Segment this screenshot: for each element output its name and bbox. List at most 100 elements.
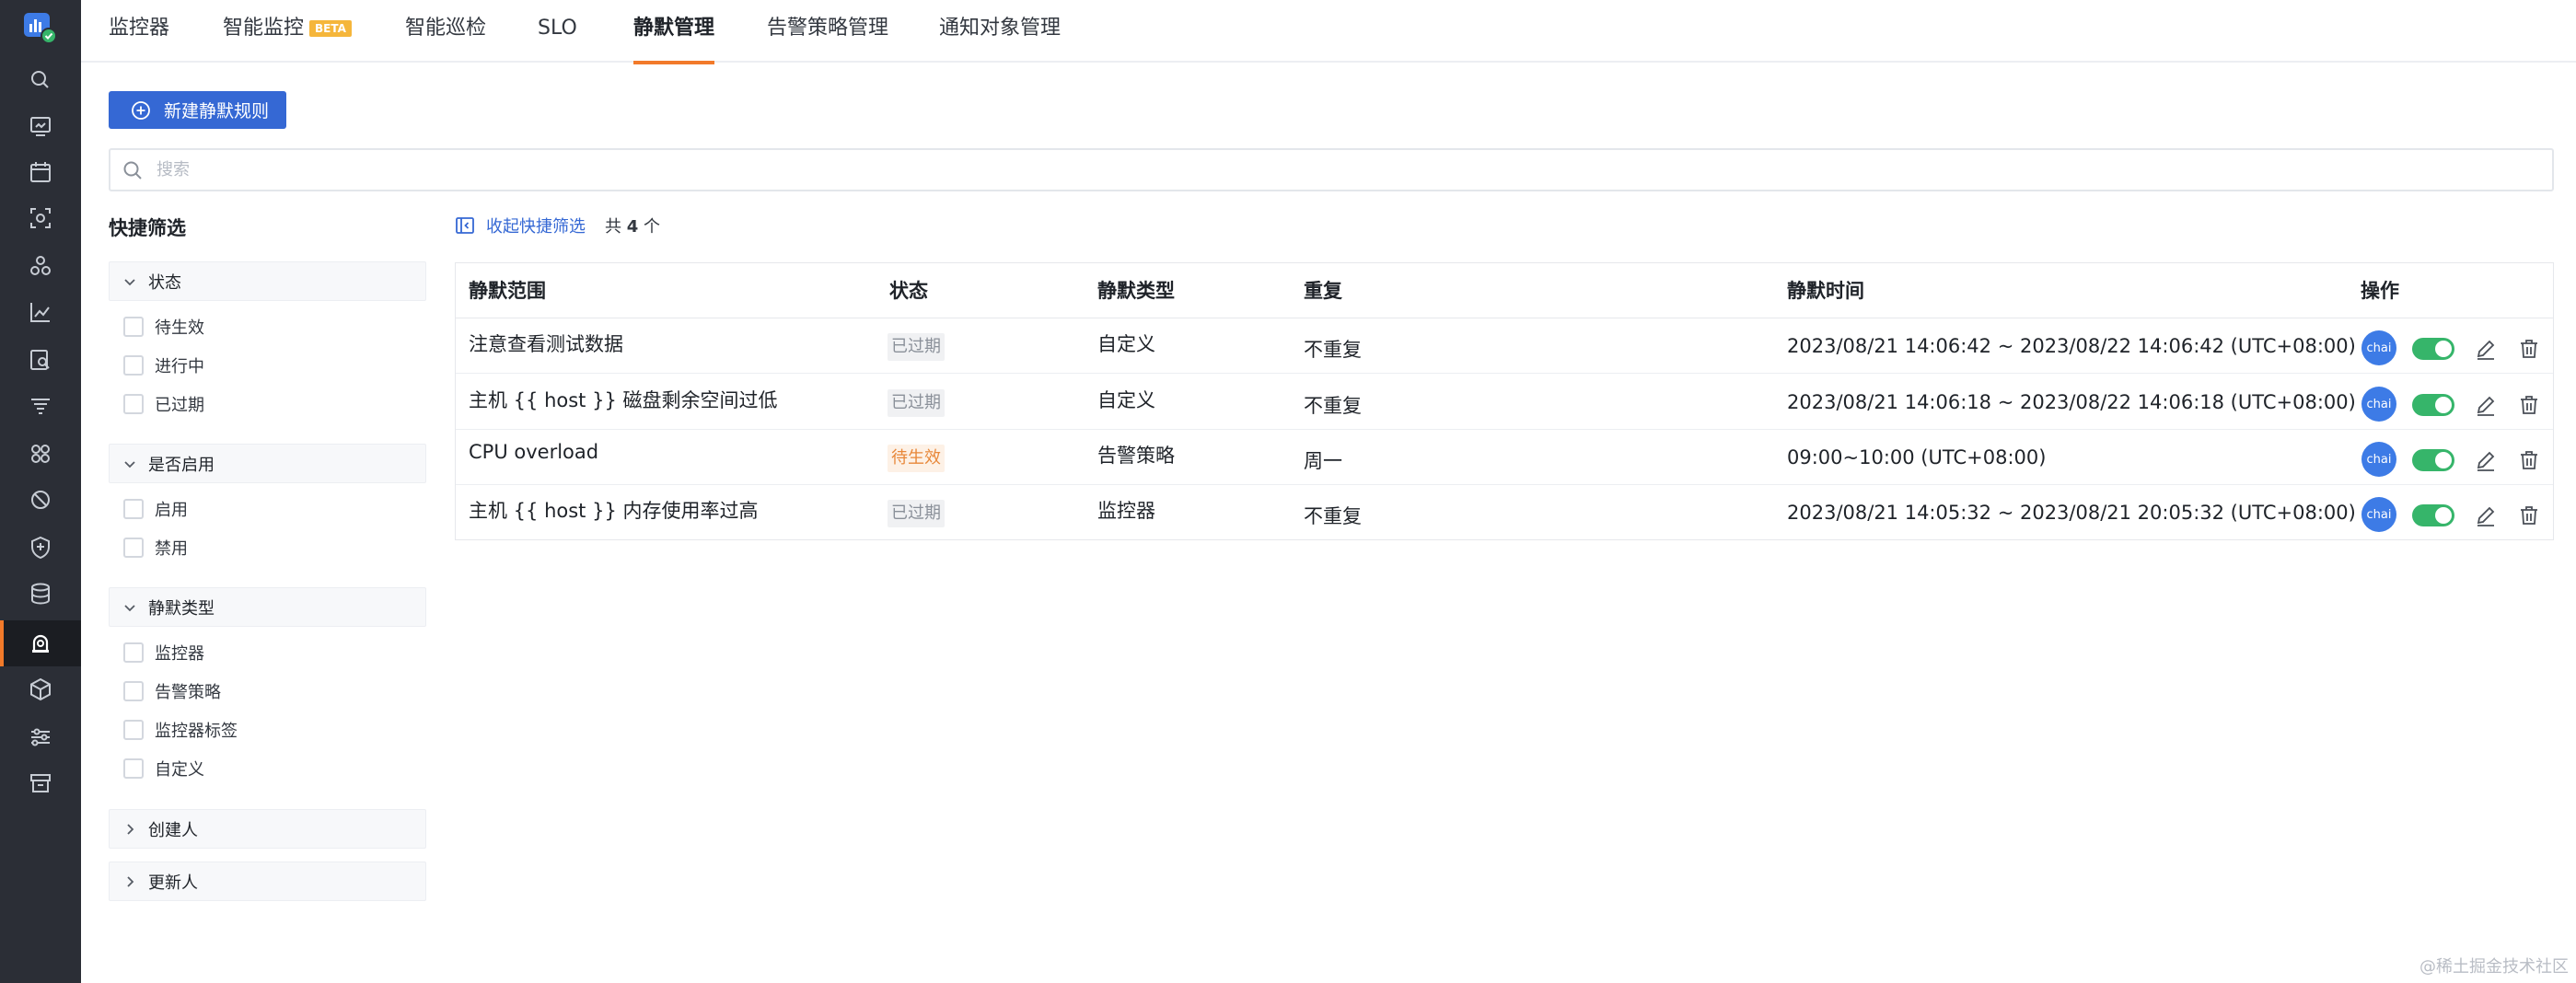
column-header-actions: 操作: [2361, 280, 2399, 302]
checkbox[interactable]: [123, 758, 144, 779]
app-logo[interactable]: [22, 9, 59, 46]
tab-slo[interactable]: SLO: [538, 0, 577, 63]
filter-option-pending[interactable]: 待生效: [123, 315, 204, 339]
status-badge: 已过期: [888, 333, 945, 361]
sidebar-item-chart[interactable]: [0, 289, 81, 335]
checkbox[interactable]: [123, 642, 144, 663]
checkbox[interactable]: [123, 499, 144, 519]
option-label: 待生效: [155, 318, 204, 338]
cell-type: 告警策略: [1097, 445, 1175, 467]
sidebar-item-dashboard[interactable]: [0, 103, 81, 149]
sidebar-item-sliders[interactable]: [0, 714, 81, 760]
tab-notify-targets[interactable]: 通知对象管理: [939, 0, 1061, 63]
filter-group-label: 是否启用: [148, 455, 215, 475]
table-row[interactable]: 注意查看测试数据 已过期 自定义 不重复 2023/08/21 14:06:42 ~ 2…: [456, 318, 2553, 374]
edit-icon[interactable]: [2474, 337, 2498, 361]
collapse-quick-filter-link[interactable]: 收起快捷筛选: [455, 214, 586, 237]
avatar[interactable]: chai: [2361, 442, 2396, 477]
search-box: [109, 148, 2554, 191]
edit-icon[interactable]: [2474, 393, 2498, 417]
cell-scope[interactable]: 主机 {{ host }} 磁盘剩余空间过低: [469, 386, 777, 413]
sidebar-item-log-search[interactable]: [0, 337, 81, 383]
cell-time: 2023/08/21 14:05:32 ~ 2023/08/21 20:05:3…: [1787, 502, 2356, 524]
sidebar-item-scan[interactable]: [0, 195, 81, 241]
cell-time: 2023/08/21 14:06:42 ~ 2023/08/22 14:06:4…: [1787, 335, 2356, 357]
option-label: 禁用: [155, 539, 188, 559]
checkbox[interactable]: [123, 394, 144, 414]
table-header: 静默范围 状态 静默类型 重复 静默时间 操作: [456, 263, 2553, 318]
filter-option-enabled[interactable]: 启用: [123, 497, 188, 521]
avatar[interactable]: chai: [2361, 387, 2396, 422]
new-mute-rule-button[interactable]: 新建静默规则: [109, 91, 286, 129]
chevron-right-icon: [127, 875, 134, 887]
sliders-icon: [31, 728, 50, 746]
table-row[interactable]: 主机 {{ host }} 内存使用率过高 已过期 监控器 不重复 2023/08/21…: [456, 485, 2553, 540]
edit-icon[interactable]: [2474, 448, 2498, 472]
top-tab-bar: 监控器 智能监控 BETA 智能巡检 SLO 静默管理 告警策略管理 通知对象管理: [81, 0, 2576, 64]
shield-icon: [31, 536, 50, 560]
beta-badge: BETA: [309, 20, 352, 37]
filter-option-alert-strategy[interactable]: 告警策略: [123, 679, 221, 703]
tab-alert-strategy[interactable]: 告警策略管理: [767, 0, 888, 63]
filter-option-monitor-tag[interactable]: 监控器标签: [123, 718, 238, 742]
delete-icon[interactable]: [2517, 337, 2541, 361]
sidebar-item-filter-list[interactable]: [0, 383, 81, 429]
enable-toggle[interactable]: [2412, 449, 2454, 471]
plus-circle-icon: [132, 100, 150, 120]
enable-toggle[interactable]: [2412, 504, 2454, 526]
filter-group-status[interactable]: 状态: [109, 261, 426, 301]
tab-monitors[interactable]: 监控器: [109, 0, 169, 63]
filter-group-mute-type[interactable]: 静默类型: [109, 587, 426, 627]
watermark: @稀土掘金技术社区: [2419, 957, 2569, 977]
sidebar-item-search[interactable]: [0, 57, 81, 103]
filter-group-enabled[interactable]: 是否启用: [109, 444, 426, 483]
sidebar-item-ban[interactable]: [0, 477, 81, 523]
filter-group-updater[interactable]: 更新人: [109, 862, 426, 901]
checkbox[interactable]: [123, 538, 144, 558]
tab-mute-management[interactable]: 静默管理: [633, 0, 715, 64]
filter-group-label: 创建人: [148, 820, 198, 840]
cell-time: 09:00~10:00 (UTC+08:00): [1787, 446, 2047, 468]
collapse-panel-icon: [456, 217, 474, 234]
tab-smart-inspection[interactable]: 智能巡检: [405, 0, 486, 63]
checkbox[interactable]: [123, 317, 144, 337]
column-header-repeat: 重复: [1304, 280, 1342, 302]
cell-scope[interactable]: 主机 {{ host }} 内存使用率过高: [469, 496, 758, 524]
cell-scope[interactable]: 注意查看测试数据: [469, 330, 623, 357]
avatar[interactable]: chai: [2361, 330, 2396, 365]
enable-toggle[interactable]: [2412, 338, 2454, 360]
filter-option-expired[interactable]: 已过期: [123, 392, 204, 416]
filter-option-monitor[interactable]: 监控器: [123, 641, 204, 665]
sidebar-item-cube[interactable]: [0, 666, 81, 712]
sidebar-item-database[interactable]: [0, 571, 81, 617]
sidebar-item-cluster[interactable]: [0, 243, 81, 289]
sidebar-item-box[interactable]: [0, 760, 81, 806]
table-row[interactable]: 主机 {{ host }} 磁盘剩余空间过低 已过期 自定义 不重复 2023/08/2…: [456, 375, 2553, 430]
option-label: 已过期: [155, 396, 204, 415]
tab-smart-monitor[interactable]: 智能监控 BETA: [223, 0, 352, 63]
table-row[interactable]: CPU overload 待生效 告警策略 周一 09:00~10:00 (UTC+08…: [456, 430, 2553, 485]
delete-icon[interactable]: [2517, 448, 2541, 472]
collapse-label: 收起快捷筛选: [486, 217, 586, 237]
edit-icon[interactable]: [2474, 503, 2498, 527]
delete-icon[interactable]: [2517, 503, 2541, 527]
sidebar-item-alarm[interactable]: [0, 620, 81, 666]
cell-scope[interactable]: CPU overload: [469, 441, 598, 463]
sidebar-item-shield[interactable]: [0, 525, 81, 571]
enable-toggle[interactable]: [2412, 394, 2454, 416]
sidebar-item-calendar[interactable]: [0, 149, 81, 195]
option-label: 告警策略: [155, 683, 221, 702]
alarm-icon: [32, 634, 49, 653]
search-input[interactable]: [157, 160, 2552, 179]
filter-option-custom[interactable]: 自定义: [123, 757, 204, 781]
sidebar-item-apps[interactable]: [0, 431, 81, 477]
checkbox[interactable]: [123, 355, 144, 376]
checkbox[interactable]: [123, 681, 144, 701]
database-icon: [31, 583, 50, 605]
filter-option-disabled[interactable]: 禁用: [123, 536, 188, 560]
delete-icon[interactable]: [2517, 393, 2541, 417]
filter-option-active[interactable]: 进行中: [123, 353, 204, 377]
checkbox[interactable]: [123, 720, 144, 740]
avatar[interactable]: chai: [2361, 497, 2396, 532]
filter-group-creator[interactable]: 创建人: [109, 809, 426, 849]
